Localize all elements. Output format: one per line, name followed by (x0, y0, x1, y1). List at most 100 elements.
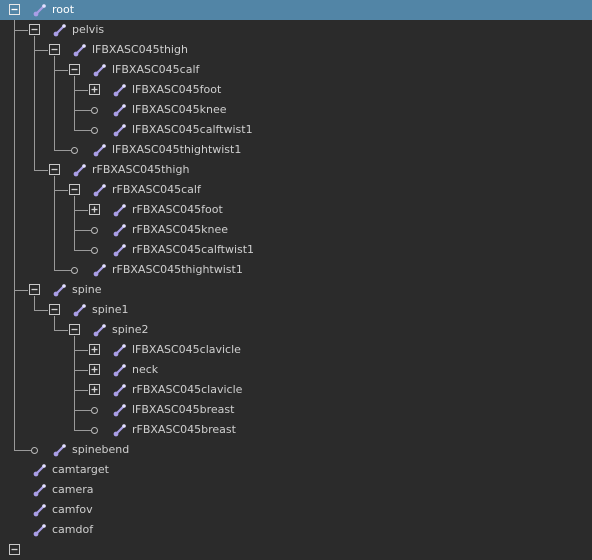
outliner-node-label: rFBXASC045breast (132, 423, 236, 436)
expand-toggle-icon[interactable] (89, 344, 100, 355)
outliner-row[interactable]: lFBXASC045calf (0, 60, 592, 80)
joint-icon (52, 442, 68, 458)
joint-icon (52, 22, 68, 38)
expand-toggle-icon[interactable] (89, 384, 100, 395)
outliner-row[interactable]: pelvis (0, 20, 592, 40)
outliner-node-label: lFBXASC045clavicle (132, 343, 241, 356)
leaf-node-icon (91, 107, 98, 114)
joint-icon (72, 302, 88, 318)
joint-icon (72, 162, 88, 178)
collapse-toggle-icon[interactable] (9, 544, 20, 555)
joint-icon (112, 122, 128, 138)
outliner-node-label: camera (52, 483, 94, 496)
joint-icon (112, 422, 128, 438)
leaf-node-icon (91, 127, 98, 134)
collapse-toggle-icon[interactable] (69, 64, 80, 75)
collapse-toggle-icon[interactable] (49, 44, 60, 55)
collapse-toggle-icon[interactable] (69, 324, 80, 335)
joint-icon (72, 42, 88, 58)
leaf-node-icon (91, 407, 98, 414)
outliner-node-label: lFBXASC045breast (132, 403, 235, 416)
leaf-node-icon (91, 247, 98, 254)
collapse-toggle-icon[interactable] (29, 24, 40, 35)
outliner-row[interactable]: rFBXASC045clavicle (0, 380, 592, 400)
outliner-row[interactable]: rFBXASC045foot (0, 200, 592, 220)
leaf-node-icon (31, 447, 38, 454)
outliner-node-label: lFBXASC045calftwist1 (132, 123, 253, 136)
outliner-row[interactable]: lFBXASC045thightwist1 (0, 140, 592, 160)
outliner-row[interactable]: lFBXASC045calftwist1 (0, 120, 592, 140)
outliner-row[interactable]: lFBXASC045breast (0, 400, 592, 420)
outliner-row[interactable]: camtarget (0, 460, 592, 480)
collapse-toggle-icon[interactable] (29, 284, 40, 295)
outliner-node-label: camtarget (52, 463, 109, 476)
outliner-row[interactable]: lFBXASC045foot (0, 80, 592, 100)
joint-icon (112, 222, 128, 238)
joint-icon (32, 462, 48, 478)
outliner-row[interactable]: rFBXASC045knee (0, 220, 592, 240)
outliner-node-label: pelvis (72, 23, 105, 36)
joint-icon (92, 182, 108, 198)
outliner-node-label: lFBXASC045knee (132, 103, 227, 116)
outliner-row[interactable]: rFBXASC045calf (0, 180, 592, 200)
joint-icon (92, 142, 108, 158)
outliner-row[interactable]: spine (0, 280, 592, 300)
outliner-node-label: neck (132, 363, 159, 376)
joint-icon (112, 102, 128, 118)
joint-icon (92, 262, 108, 278)
leaf-node-icon (71, 267, 78, 274)
expand-toggle-icon[interactable] (89, 364, 100, 375)
outliner-row[interactable]: root (0, 0, 592, 20)
outliner-row[interactable]: spinebend (0, 440, 592, 460)
joint-icon (92, 62, 108, 78)
joint-icon (112, 362, 128, 378)
collapse-toggle-icon[interactable] (49, 304, 60, 315)
collapse-toggle-icon[interactable] (69, 184, 80, 195)
outliner-row[interactable]: lFBXASC045knee (0, 100, 592, 120)
outliner-row[interactable]: rFBXASC045calftwist1 (0, 240, 592, 260)
outliner-row[interactable]: camdof (0, 520, 592, 540)
expand-toggle-icon[interactable] (89, 204, 100, 215)
leaf-node-icon (91, 427, 98, 434)
outliner-node-label: rFBXASC045knee (132, 223, 228, 236)
outliner-tree: root pelvis lFBXASC045thigh lFBXASC045calf l… (0, 0, 592, 555)
joint-icon (112, 82, 128, 98)
joint-icon (112, 342, 128, 358)
outliner-node-label: lFBXASC045thightwist1 (112, 143, 242, 156)
outliner-row[interactable]: camera (0, 480, 592, 500)
outliner-node-label: camdof (52, 523, 94, 536)
joint-icon (112, 402, 128, 418)
joint-icon (32, 502, 48, 518)
outliner-row[interactable]: rFBXASC045thightwist1 (0, 260, 592, 280)
outliner-node-label: rFBXASC045clavicle (132, 383, 243, 396)
joint-icon (112, 382, 128, 398)
outliner-row[interactable]: lFBXASC045clavicle (0, 340, 592, 360)
collapse-toggle-icon[interactable] (9, 4, 20, 15)
outliner-row[interactable]: rFBXASC045breast (0, 420, 592, 440)
joint-icon (32, 522, 48, 538)
outliner-node-label: spine (72, 283, 102, 296)
joint-icon (112, 242, 128, 258)
joint-icon (112, 202, 128, 218)
outliner-node-label: rFBXASC045foot (132, 203, 223, 216)
outliner-node-label: rFBXASC045thightwist1 (112, 263, 243, 276)
outliner-node-label: spine2 (112, 323, 149, 336)
outliner-node-label: rFBXASC045thigh (92, 163, 190, 176)
outliner-row[interactable]: camfov (0, 500, 592, 520)
outliner-row[interactable]: spine1 (0, 300, 592, 320)
outliner-node-label: camfov (52, 503, 93, 516)
outliner-node-label: lFBXASC045calf (112, 63, 200, 76)
outliner-node-label: spine1 (92, 303, 129, 316)
outliner-node-label: rFBXASC045calftwist1 (132, 243, 255, 256)
expand-toggle-icon[interactable] (89, 84, 100, 95)
outliner-row[interactable]: spine2 (0, 320, 592, 340)
outliner-row[interactable] (0, 540, 592, 560)
collapse-toggle-icon[interactable] (49, 164, 60, 175)
outliner-row[interactable]: lFBXASC045thigh (0, 40, 592, 60)
outliner-row[interactable]: neck (0, 360, 592, 380)
outliner-row[interactable]: rFBXASC045thigh (0, 160, 592, 180)
joint-icon (92, 322, 108, 338)
outliner-node-label: rFBXASC045calf (112, 183, 201, 196)
outliner-node-label: root (52, 3, 75, 16)
outliner-node-label: spinebend (72, 443, 130, 456)
